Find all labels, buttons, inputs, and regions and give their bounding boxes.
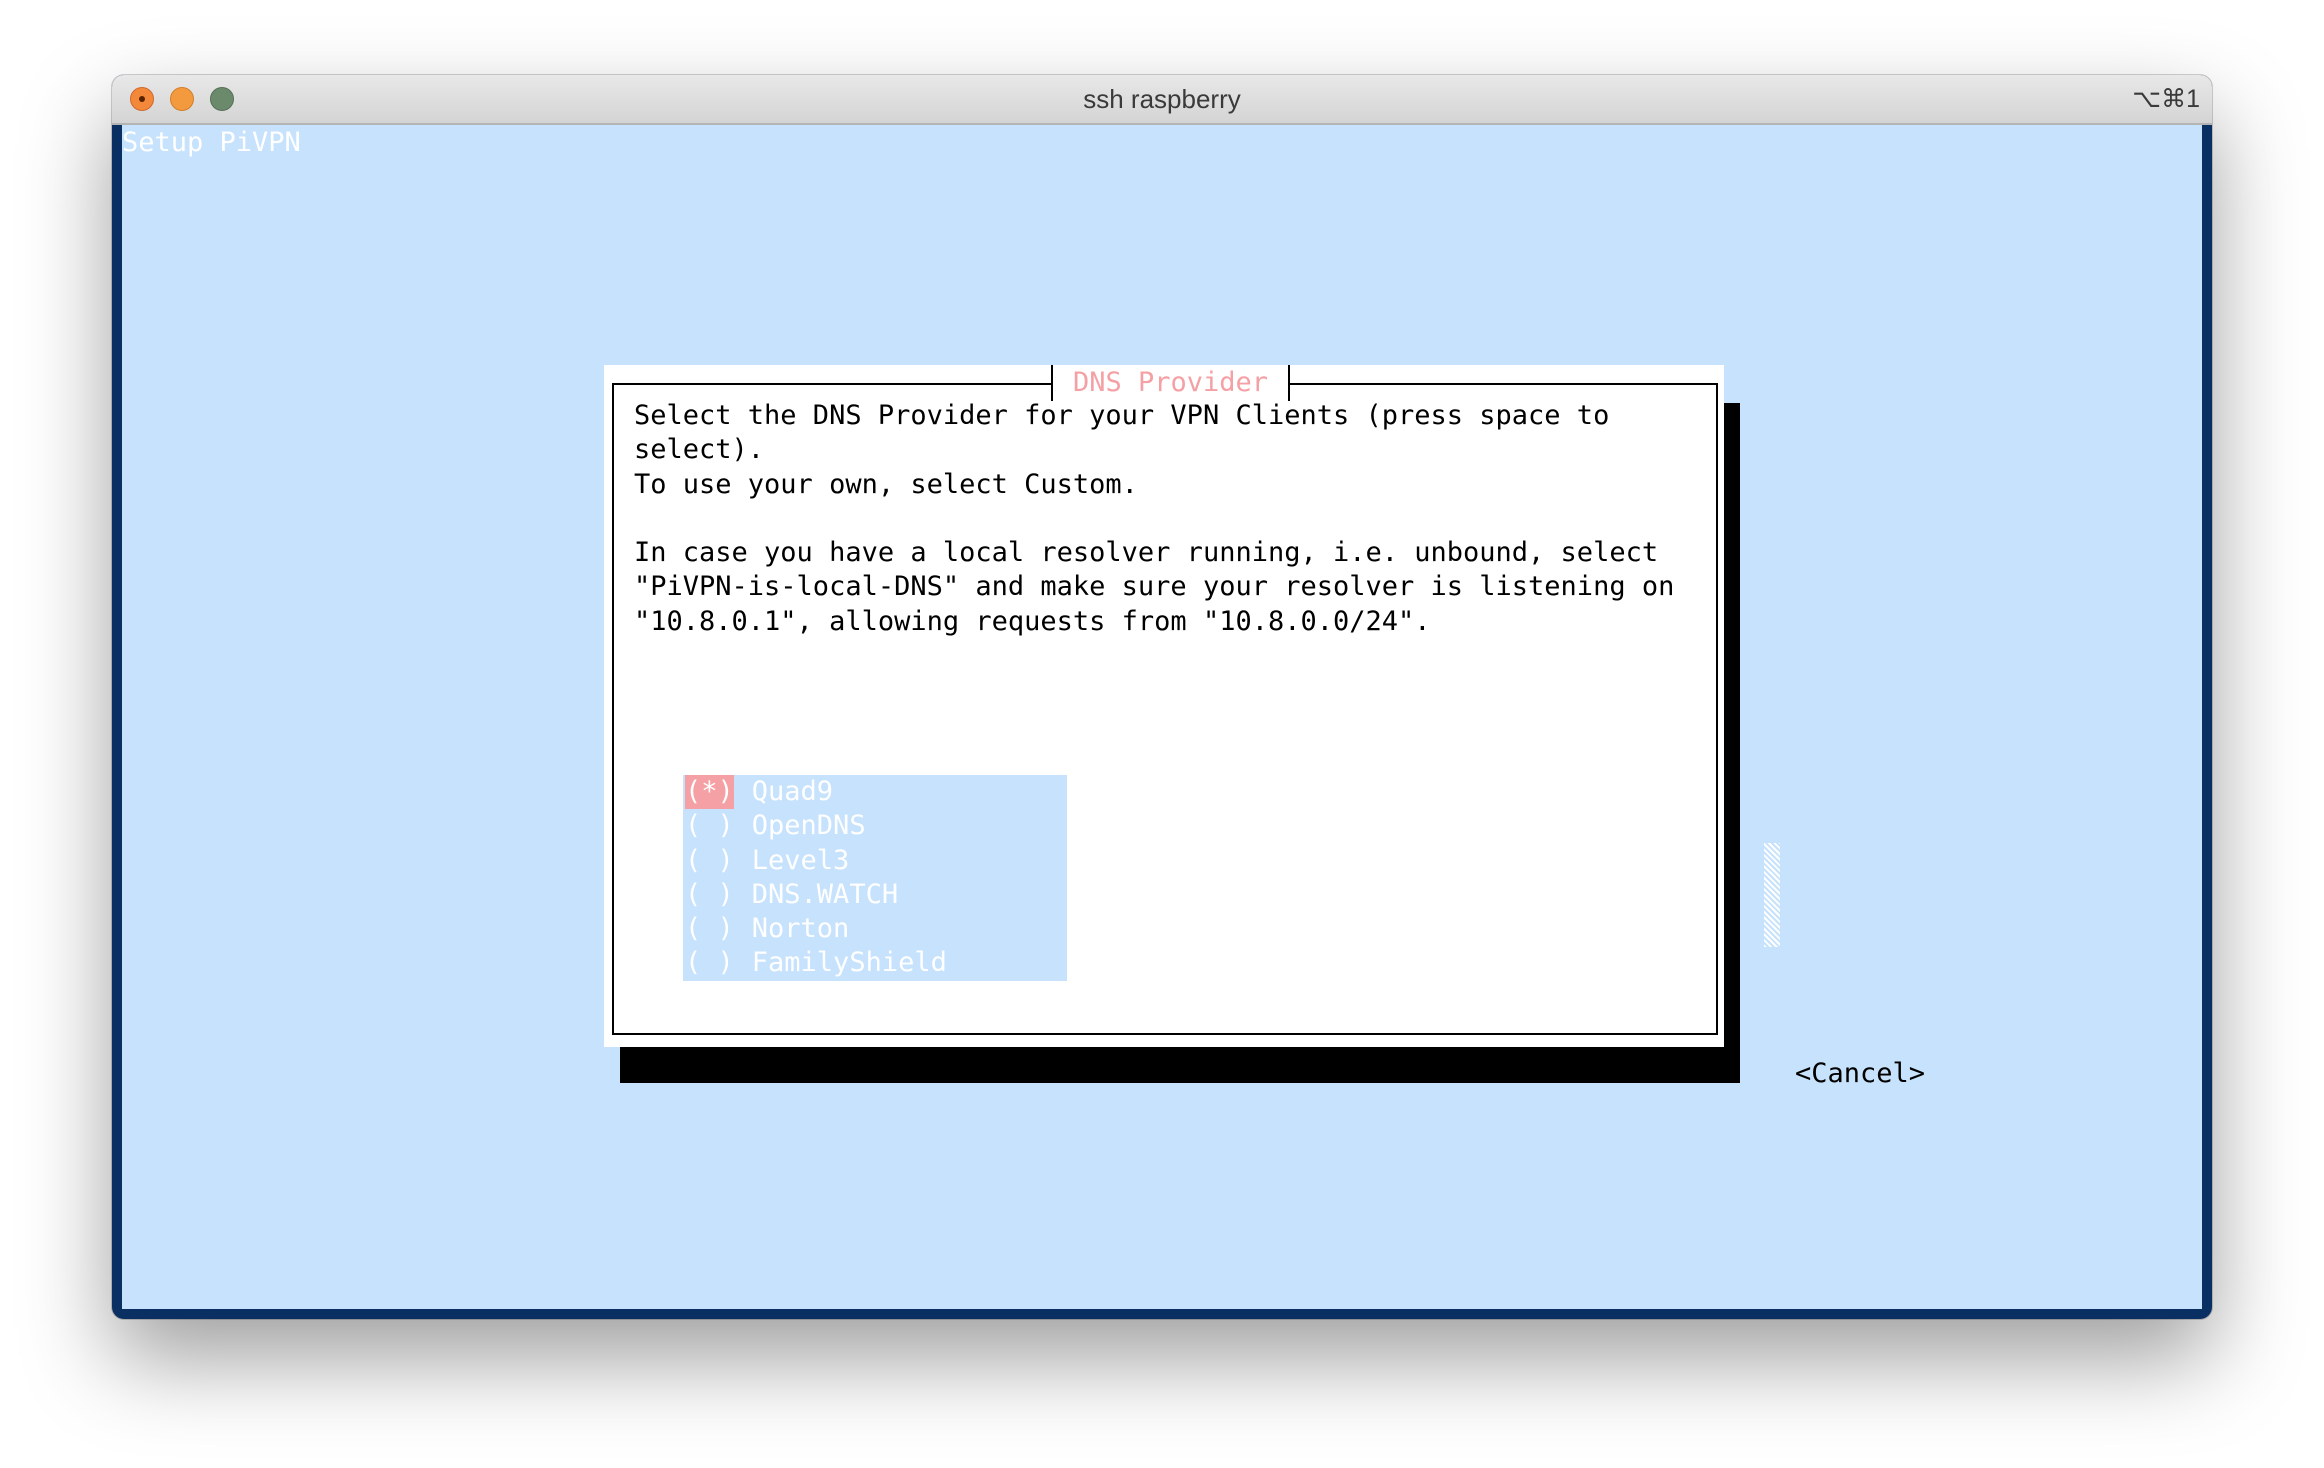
- radio-option-level3[interactable]: ( ) Level3: [683, 844, 1067, 878]
- ok-button[interactable]: <Ok>: [1393, 1057, 1458, 1091]
- radio-option-label: DNS.WATCH: [751, 878, 899, 910]
- prompt-line: Select the DNS Provider for your VPN Cli…: [634, 400, 1610, 431]
- radio-option-label: Norton: [751, 913, 850, 945]
- scrollbar-thumb[interactable]: [1764, 843, 1780, 947]
- radio-button[interactable]: ( ): [685, 912, 734, 946]
- radio-option-label: Level3: [751, 844, 850, 876]
- radio-button[interactable]: (*): [685, 775, 734, 810]
- cancel-button[interactable]: <Cancel>: [1795, 1057, 1925, 1091]
- dialog-prompt: Select the DNS Provider for your VPN Cli…: [634, 399, 1674, 639]
- dns-provider-radiolist[interactable]: (*) Quad9 ( ) OpenDNS ( ) Level3 ( ) DNS.WAT…: [683, 775, 1067, 981]
- window-shortcut: ⌥⌘1: [2132, 85, 2200, 113]
- prompt-line: select).: [634, 434, 765, 466]
- dialog-title: DNS Provider: [1051, 365, 1291, 401]
- dialog-shadow: [620, 1047, 1740, 1083]
- prompt-line: To use your own, select Custom.: [634, 468, 1138, 500]
- backtitle: Setup PiVPN: [122, 127, 301, 158]
- radio-option-dns-watch[interactable]: ( ) DNS.WATCH: [683, 878, 1067, 912]
- radio-option-label: FamilyShield: [751, 947, 947, 979]
- prompt-line: "10.8.0.1", allowing requests from "10.8…: [634, 605, 1431, 637]
- radio-option-label: Quad9: [751, 776, 834, 807]
- radio-button[interactable]: ( ): [685, 878, 734, 912]
- title-bar[interactable]: ssh raspberry ⌥⌘1: [112, 75, 2212, 125]
- dns-provider-dialog: DNS Provider Select the DNS Provider for…: [604, 365, 1925, 1089]
- radio-option-familyshield[interactable]: ( ) FamilyShield: [683, 946, 1067, 980]
- radio-option-opendns[interactable]: ( ) OpenDNS: [683, 809, 1067, 843]
- radio-button[interactable]: ( ): [685, 809, 734, 843]
- radiolist-scrollbar[interactable]: [1764, 775, 1780, 981]
- radio-button[interactable]: ( ): [685, 844, 734, 878]
- radio-button[interactable]: ( ): [685, 946, 734, 980]
- prompt-line: "PiVPN-is-local-DNS" and make sure your …: [634, 571, 1675, 603]
- window-title: ssh raspberry: [1083, 84, 1241, 114]
- radio-option-label: OpenDNS: [751, 810, 866, 842]
- radio-option-norton[interactable]: ( ) Norton: [683, 912, 1067, 946]
- terminal-window: ssh raspberry ⌥⌘1 Setup PiVPN DNS Provid…: [112, 75, 2212, 1319]
- dialog-shadow: [1724, 403, 1740, 1083]
- terminal-screen[interactable]: Setup PiVPN DNS Provider Select the DNS …: [122, 125, 2202, 1309]
- radio-option-quad9[interactable]: (*) Quad9: [683, 775, 1067, 810]
- prompt-line: In case you have a local resolver runnin…: [634, 537, 1659, 569]
